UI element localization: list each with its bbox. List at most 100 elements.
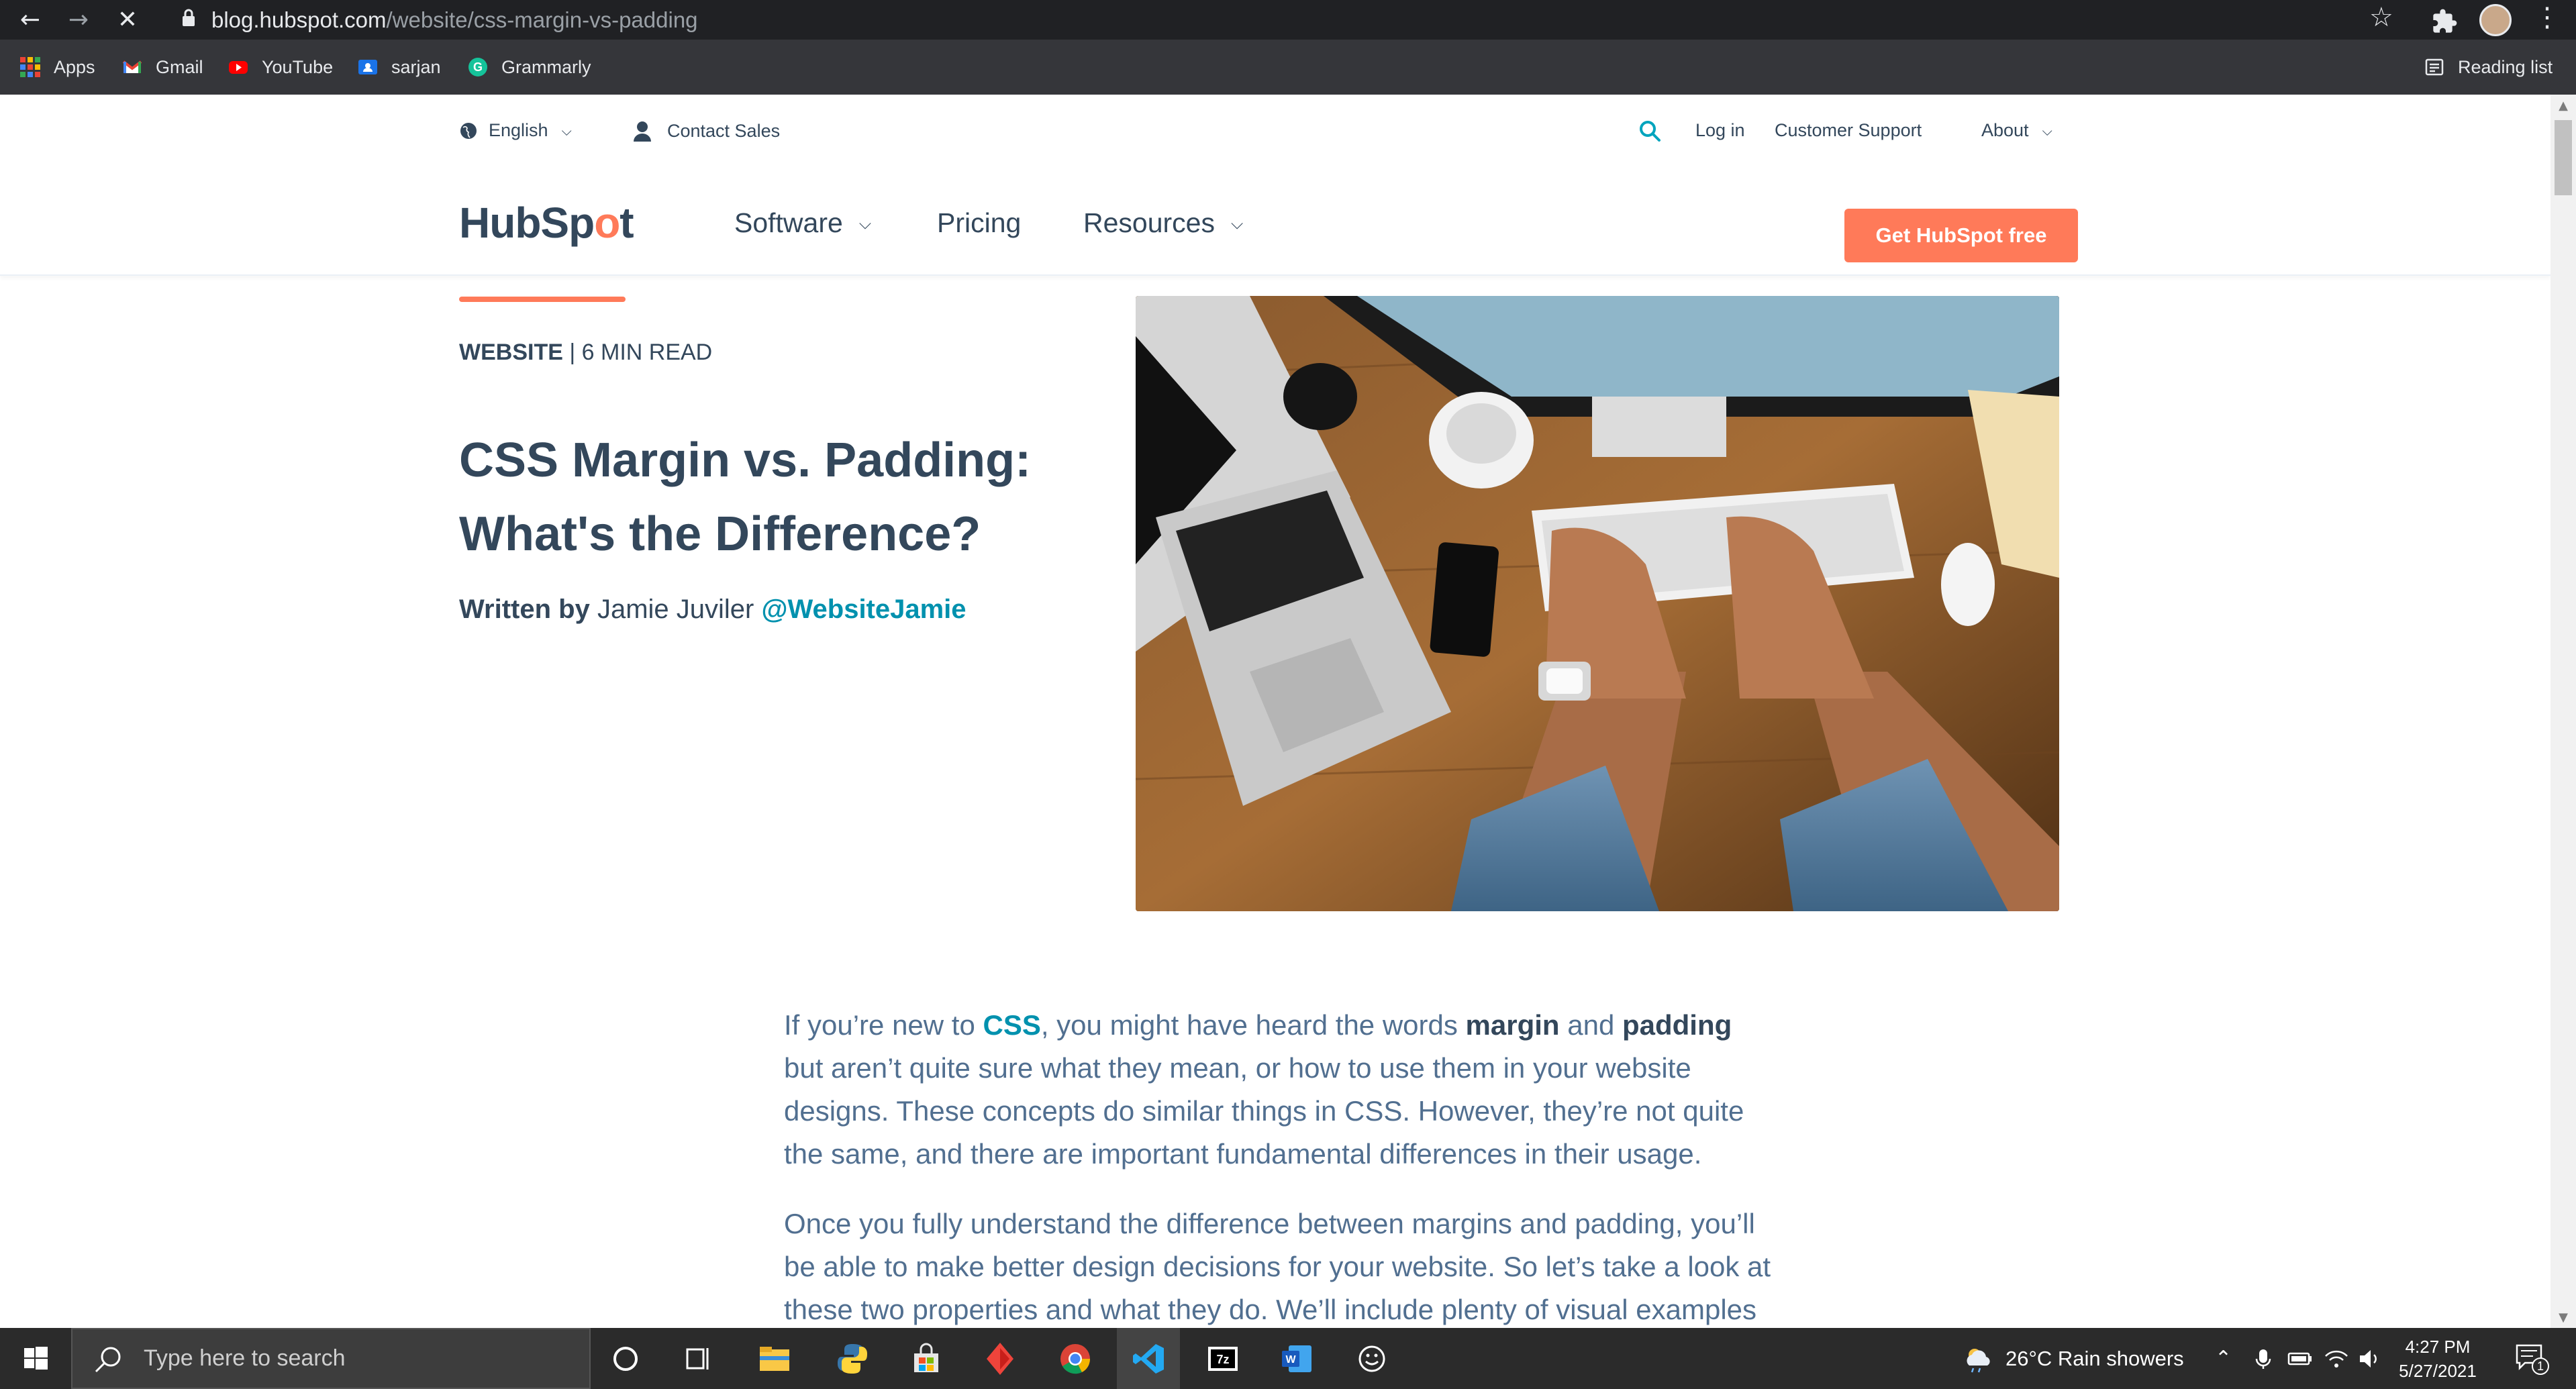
bookmark-apps[interactable]: Apps: [20, 40, 95, 95]
hero-image: [1136, 296, 2059, 911]
menu-icon[interactable]: ⋮: [2534, 2, 2561, 33]
volume-icon[interactable]: [2357, 1347, 2381, 1371]
author-twitter-link[interactable]: @WebsiteJamie: [761, 595, 966, 624]
about-menu[interactable]: About ⌵: [1981, 120, 2052, 141]
article-paragraph: Once you fully understand the difference…: [784, 1208, 1771, 1325]
scroll-down-icon[interactable]: ▼: [2556, 1310, 2571, 1325]
chevron-down-icon: ⌵: [858, 213, 872, 233]
notification-count-badge: 1: [2532, 1357, 2549, 1375]
language-selector[interactable]: English ⌵: [459, 120, 572, 141]
lock-icon[interactable]: [181, 8, 196, 28]
bookmark-label: Gmail: [156, 56, 203, 77]
chrome-icon[interactable]: [1058, 1341, 1093, 1376]
nav-label: Software: [734, 207, 843, 238]
apps-grid-icon: [20, 57, 40, 77]
task-view-icon[interactable]: [681, 1341, 715, 1376]
reading-list-icon: [2425, 58, 2444, 76]
bookmark-youtube[interactable]: YouTube: [228, 40, 333, 95]
browser-toolbar: ← → ✕ blog.hubspot.com/website/css-margi…: [0, 0, 2576, 40]
contact-card-icon: [358, 60, 377, 74]
css-link[interactable]: CSS: [983, 1009, 1040, 1041]
bookmark-sarjan[interactable]: sarjan: [358, 40, 441, 95]
battery-icon[interactable]: [2286, 1348, 2313, 1370]
bookmark-label: YouTube: [262, 56, 334, 77]
svg-text:W: W: [1285, 1354, 1296, 1366]
customer-support-link[interactable]: Customer Support: [1775, 120, 1922, 141]
page-scrollbar[interactable]: ▲ ▼: [2550, 95, 2576, 1328]
byline: Written by Jamie Juviler @WebsiteJamie: [459, 595, 967, 625]
nav-resources[interactable]: Resources ⌵: [1083, 207, 1243, 239]
windows-start-icon[interactable]: [0, 1328, 71, 1389]
microphone-icon[interactable]: [2251, 1347, 2275, 1371]
contact-sales-link[interactable]: Contact Sales: [632, 120, 780, 142]
read-time: | 6 MIN READ: [569, 340, 713, 365]
hubspot-logo[interactable]: HubSpot: [459, 198, 634, 248]
stop-loading-icon[interactable]: ✕: [111, 3, 144, 37]
system-clock[interactable]: 4:27 PM 5/27/2021: [2391, 1335, 2485, 1383]
word-icon[interactable]: W: [1279, 1341, 1314, 1376]
category-accent-bar: [459, 297, 626, 302]
bookmark-label: Apps: [54, 56, 95, 77]
scroll-up-icon[interactable]: ▲: [2556, 99, 2571, 113]
microsoft-store-icon[interactable]: [909, 1341, 944, 1376]
article-paragraph: If you’re new to CSS, you might have hea…: [784, 1009, 1744, 1170]
article-meta: WEBSITE | 6 MIN READ: [459, 340, 712, 366]
bookmark-label: Grammarly: [501, 56, 591, 77]
globe-icon: [460, 122, 477, 139]
webpage: English ⌵ Contact Sales Log in Customer …: [0, 95, 2550, 1328]
chevron-down-icon: ⌵: [2042, 122, 2052, 139]
gmail-icon: [122, 60, 142, 73]
forward-icon[interactable]: →: [62, 3, 95, 37]
article-title: CSS Margin vs. Padding: What's the Diffe…: [459, 433, 1032, 561]
nav-label: Pricing: [937, 207, 1022, 238]
rain-cloud-icon: [1967, 1348, 1990, 1372]
cortana-icon[interactable]: [608, 1341, 643, 1376]
chevron-down-icon: ⌵: [561, 122, 572, 139]
bookmark-gmail[interactable]: Gmail: [122, 40, 203, 95]
reading-list-label: Reading list: [2458, 56, 2553, 77]
main-nav: HubSpot Software ⌵ Pricing Resources ⌵: [0, 175, 2550, 276]
wifi-icon[interactable]: [2324, 1347, 2349, 1371]
category-link[interactable]: WEBSITE: [459, 340, 563, 365]
7zip-icon[interactable]: 7z: [1205, 1341, 1240, 1376]
bookmark-grammarly[interactable]: G Grammarly: [468, 40, 591, 95]
notification-center[interactable]: 1: [2514, 1341, 2550, 1376]
search-icon[interactable]: [1638, 119, 1662, 143]
bookmarks-bar: Apps Gmail YouTube sarjan G Grammarly Re…: [0, 40, 2576, 95]
nav-label: Resources: [1083, 207, 1215, 238]
nav-pricing[interactable]: Pricing: [937, 207, 1021, 239]
grammarly-icon: G: [468, 58, 487, 76]
chevron-down-icon: ⌵: [1230, 213, 1244, 233]
feedback-smiley-icon[interactable]: [1354, 1341, 1389, 1376]
show-hidden-icons-chevron[interactable]: ⌃: [2215, 1328, 2232, 1389]
log-in-link[interactable]: Log in: [1695, 120, 1745, 141]
written-by-label: Written by: [459, 595, 590, 624]
search-placeholder: Type here to search: [144, 1345, 346, 1371]
profile-avatar[interactable]: [2479, 4, 2512, 36]
back-icon[interactable]: ←: [13, 3, 47, 37]
language-label: English: [489, 120, 548, 140]
weather-widget[interactable]: 26°C Rain showers: [1963, 1328, 2184, 1389]
python-icon[interactable]: [835, 1341, 870, 1376]
search-icon: [95, 1347, 121, 1373]
about-label: About: [1981, 120, 2029, 140]
file-explorer-icon[interactable]: [757, 1341, 792, 1376]
taskbar-search[interactable]: Type here to search: [71, 1328, 591, 1389]
screen: ← → ✕ blog.hubspot.com/website/css-margi…: [0, 0, 2576, 1389]
extensions-icon[interactable]: [2431, 8, 2458, 35]
author-name[interactable]: Jamie Juviler: [597, 595, 754, 624]
bookmark-star-icon[interactable]: ☆: [2369, 2, 2393, 33]
person-icon: [634, 121, 651, 142]
anydesk-icon[interactable]: [983, 1341, 1018, 1376]
get-hubspot-free-button[interactable]: Get HubSpot free: [1844, 209, 2078, 262]
nav-software[interactable]: Software ⌵: [734, 207, 871, 239]
url-text[interactable]: blog.hubspot.com/website/css-margin-vs-p…: [211, 4, 698, 36]
svg-text:G: G: [473, 60, 483, 74]
scroll-thumb[interactable]: [2555, 120, 2572, 195]
vscode-icon[interactable]: [1132, 1341, 1167, 1376]
clock-date: 5/27/2021: [2399, 1361, 2477, 1381]
svg-text:7z: 7z: [1216, 1353, 1229, 1366]
reading-list[interactable]: Reading list: [2424, 40, 2553, 95]
article-body: If you’re new to CSS, you might have hea…: [784, 1004, 1777, 1328]
bookmark-label: sarjan: [391, 56, 441, 77]
